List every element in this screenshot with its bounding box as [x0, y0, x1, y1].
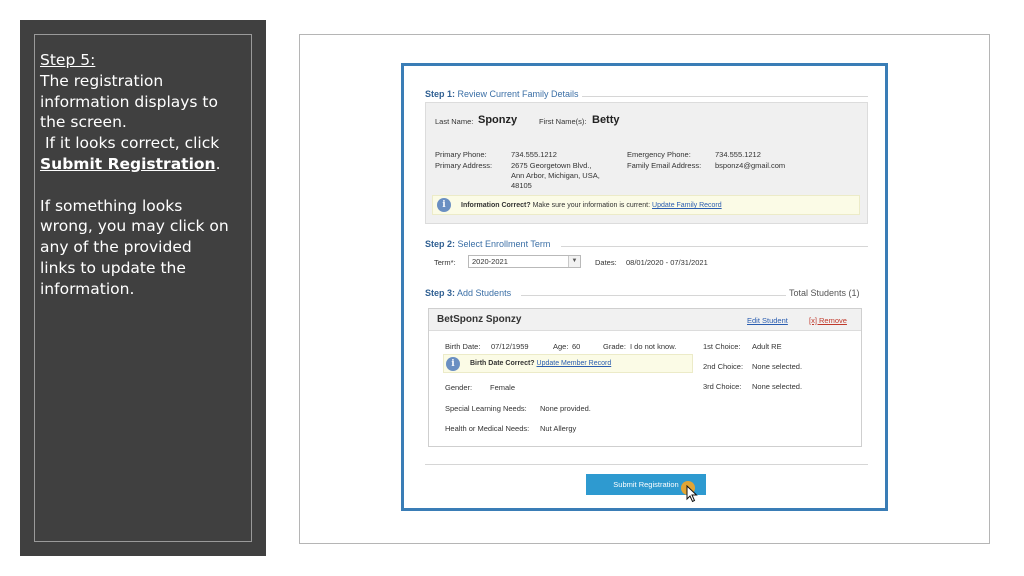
step-label: Step 5: [40, 51, 96, 69]
info-icon: i [437, 198, 451, 212]
gender-value: Female [490, 383, 516, 392]
instruction-panel: Step 5: The registration information dis… [20, 20, 266, 556]
total-students: Total Students (1) [789, 288, 860, 298]
instruction-line2-text: If it looks correct, click [40, 134, 225, 153]
step3-divider [521, 295, 786, 296]
info-correct-bold: Information Correct? [461, 202, 531, 209]
chevron-down-icon[interactable]: ▼ [568, 256, 580, 267]
remove-student-link[interactable]: [x] Remove [809, 316, 847, 325]
term-label: Term*: [434, 258, 456, 267]
instruction-text: Step 5: The registration information dis… [40, 50, 230, 300]
step3-title: Add Students [457, 288, 512, 298]
submit-registration-emphasis: Submit Registration [40, 154, 216, 173]
info-icon: i [446, 357, 460, 371]
birth-info-text: Birth Date Correct? Update Member Record [470, 360, 611, 367]
instruction-para2: If something looks wrong, you may click … [40, 196, 229, 298]
health-needs-value: Nut Allergy [540, 424, 577, 433]
first-name-value: Betty [592, 114, 620, 126]
dates-value: 08/01/2020 - 07/31/2021 [626, 258, 708, 267]
step2-title: Select Enrollment Term [457, 239, 551, 249]
info-correct-text: Make sure your information is current: [530, 202, 651, 209]
instruction-line2: If it looks correct, click Submit Regist… [40, 133, 230, 175]
instruction-period: . [215, 154, 221, 173]
birth-date-info-bar: i Birth Date Correct? Update Member Reco… [443, 354, 693, 373]
submit-divider [425, 464, 868, 465]
learning-needs-label: Special Learning Needs: [445, 404, 527, 413]
emergency-phone-value: 734.555.1212 [715, 150, 761, 159]
student-name: BetSponz Sponzy [437, 314, 522, 325]
birth-date-value: 07/12/1959 [491, 342, 529, 351]
instruction-line1: The registration information displays to… [40, 71, 218, 132]
mouse-pointer-icon [686, 485, 698, 503]
birth-date-label: Birth Date: [445, 342, 481, 351]
choice1-value: Adult RE [752, 342, 782, 351]
family-info-bar: i Information Correct? Make sure your in… [432, 195, 860, 215]
last-name-label: Last Name: [435, 117, 474, 126]
step3-prefix: Step 3: [425, 288, 456, 298]
student-card: BetSponz Sponzy Edit Student [x] Remove … [428, 308, 862, 447]
registration-window: Step 1: Review Current Family Details La… [401, 63, 888, 511]
primary-address-label: Primary Address: [435, 161, 493, 170]
age-label: Age: [553, 342, 569, 351]
address-line3: 48105 [511, 181, 532, 190]
dates-label: Dates: [595, 258, 617, 267]
address-line2: Ann Arbor, Michigan, USA, [511, 171, 600, 180]
update-family-record-link[interactable]: Update Family Record [652, 202, 722, 209]
family-info-text: Information Correct? Make sure your info… [461, 202, 722, 209]
step3-heading: Step 3: Add Students [425, 288, 511, 298]
age-value: 60 [572, 342, 581, 351]
grade-value: I do not know. [630, 342, 677, 351]
address-line1: 2675 Georgetown Blvd., [511, 161, 592, 170]
primary-phone-label: Primary Phone: [435, 150, 487, 159]
student-card-header: BetSponz Sponzy Edit Student [x] Remove [429, 309, 861, 331]
step1-heading: Step 1: Review Current Family Details [425, 89, 579, 99]
edit-student-link[interactable]: Edit Student [747, 316, 788, 325]
choice3-value: None selected. [752, 382, 803, 391]
choice2-label: 2nd Choice: [703, 362, 744, 371]
step1-divider [582, 96, 868, 97]
family-email-label: Family Email Address: [627, 161, 702, 170]
emergency-phone-label: Emergency Phone: [627, 150, 691, 159]
step1-title: Review Current Family Details [457, 89, 579, 99]
step1-prefix: Step 1: [425, 89, 456, 99]
gender-label: Gender: [445, 383, 473, 392]
step2-divider [561, 246, 868, 247]
learning-needs-value: None provided. [540, 404, 591, 413]
choice1-label: 1st Choice: [703, 342, 741, 351]
birth-correct-bold: Birth Date Correct? [470, 360, 535, 367]
choice3-label: 3rd Choice: [703, 382, 742, 391]
first-name-label: First Name(s): [539, 117, 587, 126]
step2-heading: Step 2: Select Enrollment Term [425, 239, 550, 249]
family-email-value: bsponz4@gmail.com [715, 161, 786, 170]
choice2-value: None selected. [752, 362, 803, 371]
family-details-box: Last Name: Sponzy First Name(s): Betty P… [425, 102, 868, 224]
primary-phone-value: 734.555.1212 [511, 150, 557, 159]
step2-prefix: Step 2: [425, 239, 456, 249]
health-needs-label: Health or Medical Needs: [445, 424, 530, 433]
term-select-value: 2020-2021 [472, 257, 508, 266]
grade-label: Grade: [603, 342, 626, 351]
term-select[interactable]: 2020-2021 ▼ [468, 255, 581, 268]
update-member-record-link[interactable]: Update Member Record [537, 360, 612, 367]
last-name-value: Sponzy [478, 114, 518, 126]
